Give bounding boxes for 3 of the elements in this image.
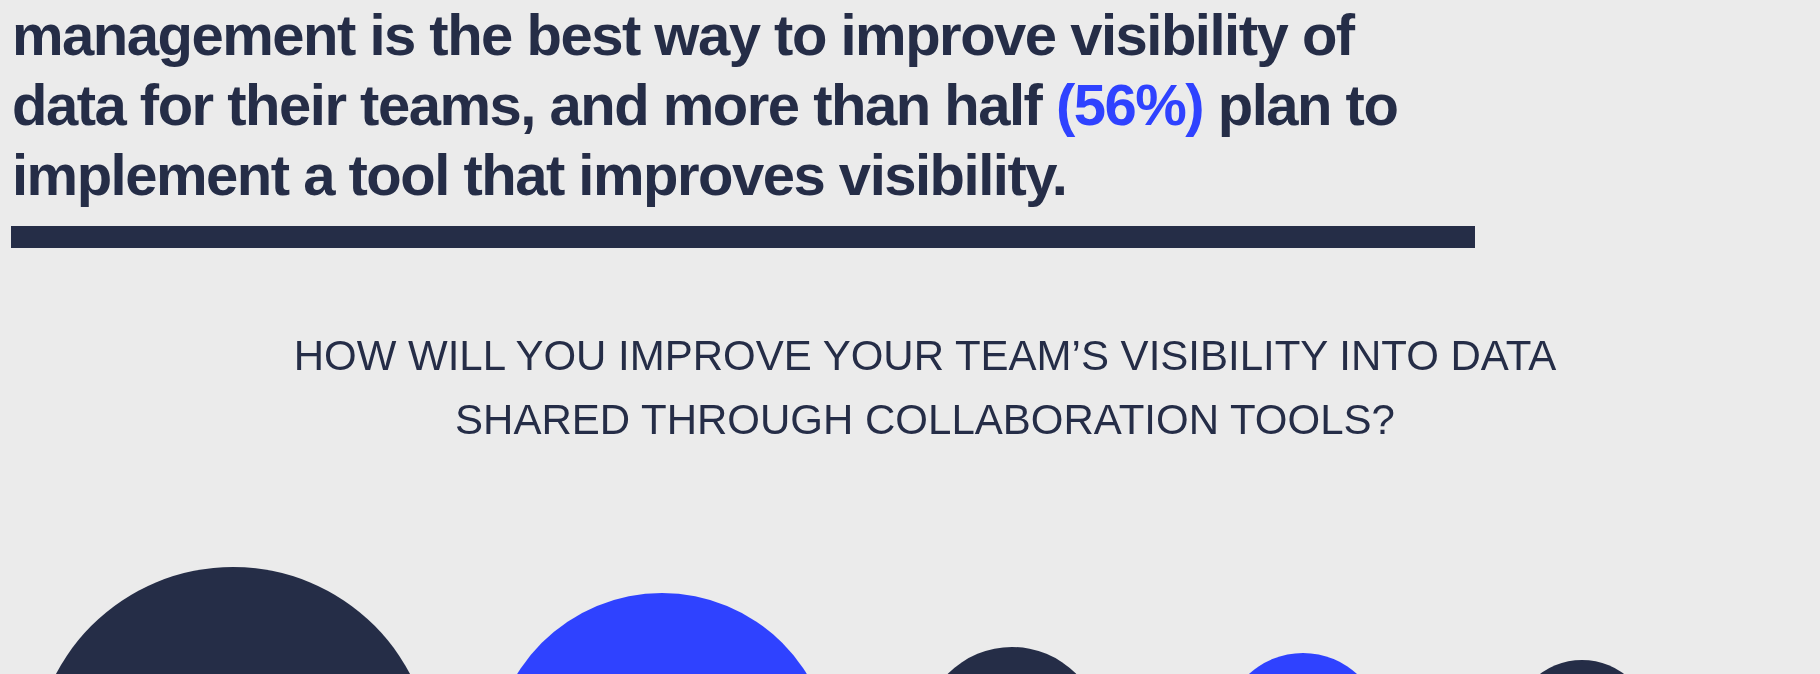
- statement-paragraph: management is the best way to improve visibility of data for their teams, and more than half (56%) plan to implement a tool that improves visibility.: [12, 1, 1399, 209]
- question-text: SHARED THROUGH COLLABORATION TOOLS?: [454, 395, 1396, 445]
- question-text: HOW WILL YOU IMPROVE YOUR TEAM’S VISIBILITY INTO DATA: [293, 331, 1557, 381]
